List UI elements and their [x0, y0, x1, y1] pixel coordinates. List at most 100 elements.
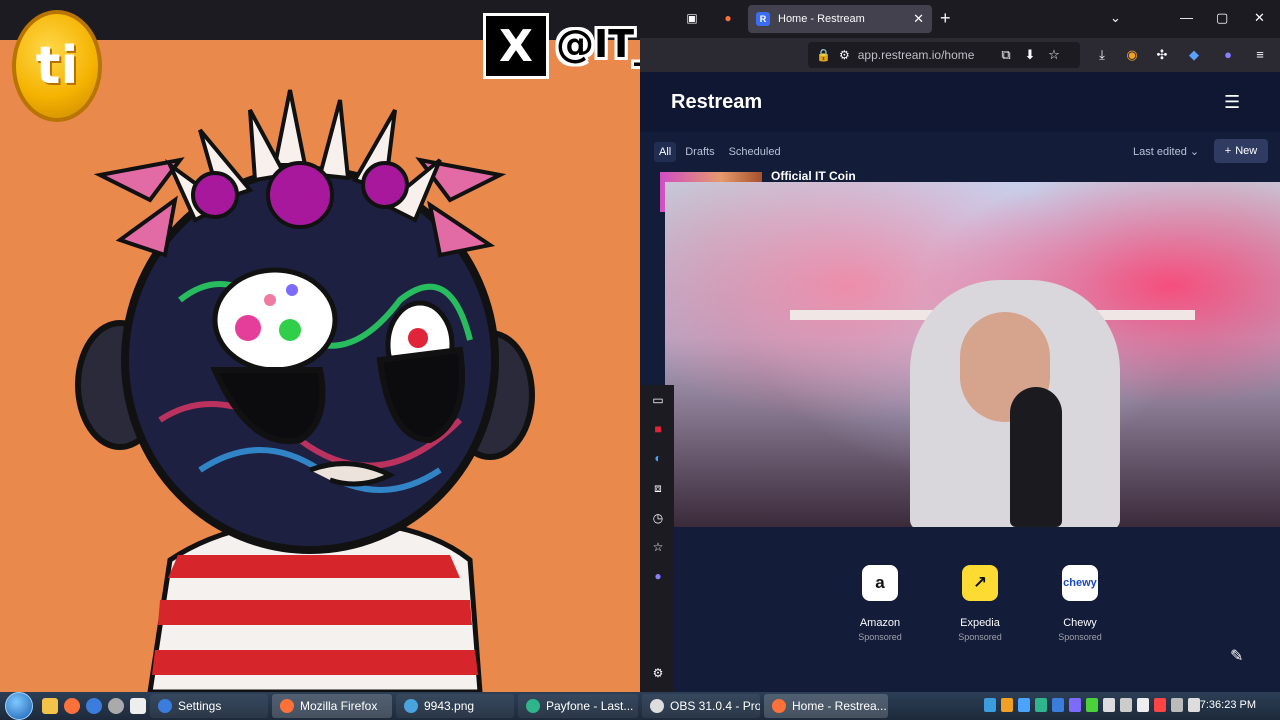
tray-microphone-icon[interactable]	[1137, 698, 1149, 712]
sidebar-bookmarks-star-icon[interactable]: ☆	[650, 540, 666, 556]
media-quick-icon[interactable]	[130, 698, 146, 714]
shortcut-sponsored-label: Sponsored	[1058, 632, 1102, 642]
restream-header: Restream ☰	[640, 72, 1280, 132]
settings-gear-icon	[158, 699, 172, 713]
app-menu-icon[interactable]: ≡	[1252, 47, 1268, 63]
chrome-quick-icon[interactable]	[86, 698, 102, 714]
firefox-tab-icon[interactable]: ●	[720, 11, 736, 27]
tray-network-icon[interactable]	[1171, 698, 1183, 712]
restream-brand[interactable]: Restream	[671, 91, 762, 114]
hamburger-menu-icon[interactable]: ☰	[1224, 92, 1240, 113]
tray-record-icon[interactable]	[1154, 698, 1166, 712]
shortcut-name: Expedia	[960, 617, 1000, 629]
edit-pencil-icon[interactable]: ✎	[1230, 646, 1243, 666]
tray-usb-icon[interactable]	[1103, 698, 1115, 712]
shortcut-chewy[interactable]: chewy Chewy Sponsored	[1055, 565, 1105, 642]
tray-discord-icon[interactable]	[1069, 698, 1081, 712]
obs-quick-icon[interactable]	[108, 698, 124, 714]
new-stream-button[interactable]: + New	[1214, 139, 1268, 163]
maximize-icon[interactable]: ▢	[1216, 10, 1228, 26]
permissions-icon[interactable]: ⚙	[839, 48, 850, 62]
restream-favicon-icon: R	[756, 12, 770, 26]
picture-in-picture-icon[interactable]: ⧉	[998, 47, 1014, 63]
explorer-folder-icon[interactable]	[42, 698, 58, 714]
browser-icon	[526, 699, 540, 713]
extensions-icon[interactable]: ✣	[1154, 47, 1170, 63]
sort-label: Last edited	[1133, 146, 1187, 158]
microphone	[1010, 387, 1062, 527]
screen: ti X @IT_KIDS_KOL ▣ ● R Home - Restream …	[0, 0, 1280, 720]
navigation-toolbar: 🔒 ⚙ app.restream.io/home ⧉ ⬇ ☆ ⤓ ◉ ✣ ◆ ●…	[640, 38, 1280, 72]
extension-blob-icon[interactable]: ●	[1220, 47, 1236, 63]
shortcut-name: Amazon	[859, 617, 901, 629]
filter-all[interactable]: All	[654, 142, 677, 162]
system-tray	[984, 698, 1200, 712]
tab-restream-home[interactable]: R Home - Restream ✕	[748, 5, 932, 33]
tray-cloud-icon[interactable]	[1018, 698, 1030, 712]
sidebar-extension-icon[interactable]: ●	[650, 569, 666, 585]
bookmark-star-icon[interactable]: ☆	[1046, 47, 1062, 63]
new-tab-button[interactable]: +	[940, 8, 951, 29]
tray-battery-icon[interactable]	[1120, 698, 1132, 712]
x-logo-icon: X	[483, 13, 549, 79]
account-icon[interactable]: ◉	[1124, 47, 1140, 63]
tray-shield-icon[interactable]	[1035, 698, 1047, 712]
chewy-logo-icon: chewy	[1062, 565, 1098, 601]
firefox-icon	[280, 699, 294, 713]
sidebar-pocket-icon[interactable]: ■	[650, 422, 666, 438]
sidebar-settings-gear-icon[interactable]: ⚙	[650, 666, 666, 682]
tab-title: Home - Restream	[778, 13, 865, 25]
close-window-icon[interactable]: ✕	[1254, 10, 1265, 26]
system-clock[interactable]: 7:36:23 PM	[1200, 699, 1256, 711]
sidebar-panel-icon[interactable]: ▭	[650, 393, 666, 409]
tab-list-chevron-icon[interactable]: ⌄	[1110, 10, 1121, 26]
firefox-icon	[772, 699, 786, 713]
downloads-icon[interactable]: ⤓	[1094, 47, 1110, 63]
save-page-icon[interactable]: ⬇	[1022, 47, 1038, 63]
shortcut-amazon[interactable]: a Amazon Sponsored	[855, 565, 905, 642]
sponsored-shortcuts: a Amazon Sponsored ↗ Expedia Sponsored c…	[855, 565, 1105, 642]
tray-dropbox-icon[interactable]	[984, 698, 996, 712]
shortcut-name: Chewy	[1063, 617, 1097, 629]
sidebar-ai-icon[interactable]: ◐	[650, 451, 666, 467]
filter-scheduled[interactable]: Scheduled	[724, 142, 786, 162]
nft-character-illustration	[75, 89, 535, 692]
address-bar[interactable]: 🔒 ⚙ app.restream.io/home	[808, 42, 1080, 68]
taskbar-firefox[interactable]: Mozilla Firefox	[272, 694, 392, 718]
firefox-window: ▣ ● R Home - Restream ✕ + ⌄ — ▢ ✕ 🔒 ⚙ ap…	[640, 0, 1280, 692]
tray-app-icon[interactable]	[1001, 698, 1013, 712]
sidebar-synced-tabs-icon[interactable]: ⧈	[650, 481, 666, 497]
tray-volume-icon[interactable]	[1188, 698, 1200, 712]
coin-letter: ti	[35, 36, 79, 96]
tray-xbox-icon[interactable]	[1086, 698, 1098, 712]
taskbar-restream[interactable]: Home - Restrea...	[764, 694, 888, 718]
it-coin-logo: ti	[12, 10, 102, 122]
tab-strip: ▣ ● R Home - Restream ✕ + ⌄ — ▢ ✕	[640, 0, 1280, 38]
taskbar-settings[interactable]: Settings	[150, 694, 268, 718]
filter-drafts[interactable]: Drafts	[680, 142, 719, 162]
tab-overview-icon[interactable]: ▣	[684, 11, 700, 27]
expedia-logo-icon: ↗	[962, 565, 998, 601]
start-button[interactable]	[0, 692, 38, 720]
quick-launch	[42, 698, 146, 714]
sidebar-history-icon[interactable]: ◷	[650, 511, 666, 527]
shortcut-expedia[interactable]: ↗ Expedia Sponsored	[955, 565, 1005, 642]
webcam-overlay	[665, 182, 1280, 527]
extension-shield-icon[interactable]: ◆	[1186, 47, 1202, 63]
nft-art-panel: ti	[0, 0, 640, 692]
plus-icon: +	[1224, 145, 1232, 157]
new-button-label: New	[1235, 145, 1258, 157]
restream-page: Restream ☰ All Drafts Scheduled Last edi…	[640, 72, 1280, 692]
close-tab-icon[interactable]: ✕	[913, 11, 924, 27]
chevron-down-icon: ⌄	[1189, 146, 1200, 158]
taskbar-obs[interactable]: OBS 31.0.4 - Pro...	[642, 694, 760, 718]
stream-card-title[interactable]: Official IT Coin	[771, 169, 856, 183]
taskbar-payfone[interactable]: Payfone - Last...	[518, 694, 638, 718]
taskbar-image[interactable]: 9943.png	[396, 694, 514, 718]
minimize-icon[interactable]: —	[1180, 10, 1193, 25]
firefox-quick-icon[interactable]	[64, 698, 80, 714]
tray-bluetooth-icon[interactable]	[1052, 698, 1064, 712]
shortcut-sponsored-label: Sponsored	[958, 632, 1002, 642]
sort-dropdown[interactable]: Last edited ⌄	[1133, 145, 1199, 158]
image-viewer-icon	[404, 699, 418, 713]
